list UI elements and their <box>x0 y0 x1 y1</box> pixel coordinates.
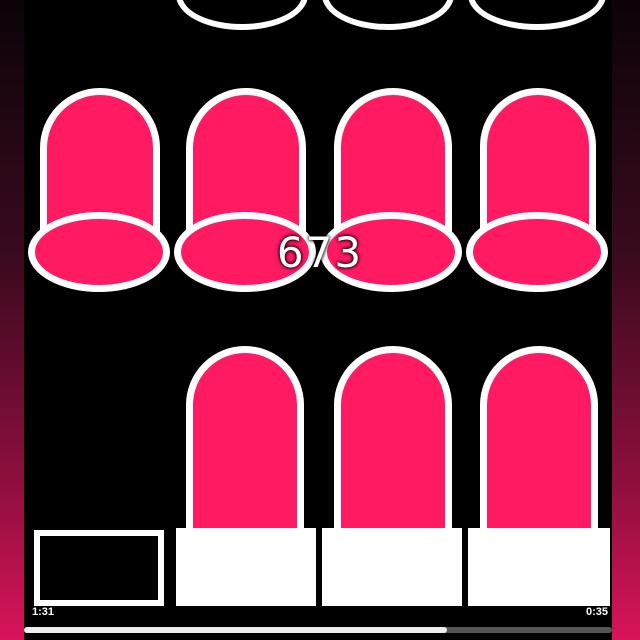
game-board <box>24 0 612 640</box>
song-progress-fill <box>24 627 448 633</box>
lane-key-2[interactable] <box>176 528 316 606</box>
tile-base[interactable] <box>466 212 608 292</box>
time-elapsed: 1:31 <box>32 606 55 618</box>
long-tile[interactable] <box>480 346 598 536</box>
long-tile[interactable] <box>334 346 452 536</box>
tile-hole[interactable] <box>322 0 454 30</box>
long-tile[interactable] <box>186 346 304 536</box>
time-remaining: 0:35 <box>585 606 608 618</box>
lane-key-3[interactable] <box>322 528 462 606</box>
tile-base[interactable] <box>28 212 170 292</box>
tile-base[interactable] <box>320 212 462 292</box>
tile-hole[interactable] <box>176 0 308 30</box>
song-progress-bar[interactable] <box>24 627 612 633</box>
lane-key-4[interactable] <box>468 528 610 606</box>
tile-base[interactable] <box>174 212 316 292</box>
lane-key-1[interactable] <box>31 527 167 609</box>
tile-hole[interactable] <box>468 0 606 30</box>
